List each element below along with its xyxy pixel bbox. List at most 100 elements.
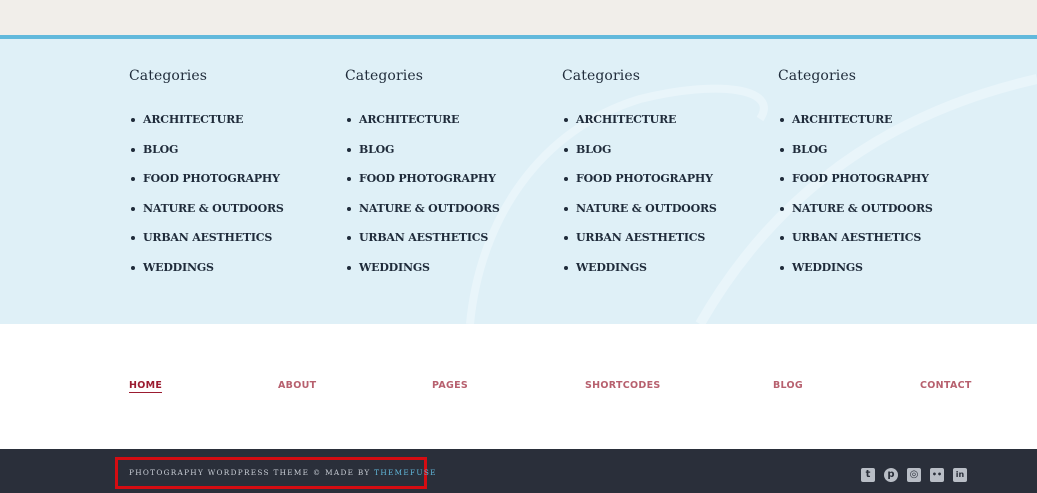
footer-navigation: HOME ABOUT PAGES SHORTCODES BLOG CONTACT xyxy=(0,324,1037,449)
bullet-icon xyxy=(347,265,351,270)
bullet-icon xyxy=(780,177,784,182)
category-link[interactable]: BLOG xyxy=(576,142,611,158)
bullet-icon xyxy=(564,206,568,211)
nav-item-shortcodes[interactable]: SHORTCODES xyxy=(585,380,661,391)
flickr-icon[interactable]: •• xyxy=(930,468,944,482)
widget-title: Categories xyxy=(562,68,640,84)
nav-item-pages[interactable]: PAGES xyxy=(432,380,468,391)
bullet-icon xyxy=(131,147,135,152)
list-item: WEDDINGS xyxy=(129,260,329,290)
list-item: FOOD PHOTOGRAPHY xyxy=(562,171,762,201)
category-link[interactable]: WEDDINGS xyxy=(792,260,863,276)
category-link[interactable]: WEDDINGS xyxy=(359,260,430,276)
bullet-icon xyxy=(564,118,568,122)
site-footer-bar: PHOTOGRAPHY WORDPRESS THEME © MADE BY TH… xyxy=(0,449,1037,493)
category-link[interactable]: ARCHITECTURE xyxy=(576,112,676,128)
bullet-icon xyxy=(780,236,784,241)
list-item: BLOG xyxy=(562,142,762,172)
category-link[interactable]: URBAN AESTHETICS xyxy=(143,230,272,246)
list-item: ARCHITECTURE xyxy=(778,112,978,142)
list-item: ARCHITECTURE xyxy=(129,112,329,142)
category-link[interactable]: BLOG xyxy=(359,142,394,158)
category-link[interactable]: WEDDINGS xyxy=(576,260,647,276)
category-link[interactable]: NATURE & OUTDOORS xyxy=(792,201,933,217)
instagram-icon[interactable]: ◎ xyxy=(907,468,921,482)
nav-item-blog[interactable]: BLOG xyxy=(773,380,803,391)
themefuse-link[interactable]: THEMEFUSE xyxy=(374,468,437,477)
bullet-icon xyxy=(131,206,135,211)
category-list: ARCHITECTURE BLOG FOOD PHOTOGRAPHY NATUR… xyxy=(345,112,545,290)
bullet-icon xyxy=(131,265,135,270)
category-list: ARCHITECTURE BLOG FOOD PHOTOGRAPHY NATUR… xyxy=(562,112,762,290)
category-link[interactable]: FOOD PHOTOGRAPHY xyxy=(143,171,280,187)
linkedin-icon[interactable]: in xyxy=(953,468,967,482)
list-item: WEDDINGS xyxy=(345,260,545,290)
category-link[interactable]: URBAN AESTHETICS xyxy=(792,230,921,246)
category-link[interactable]: NATURE & OUTDOORS xyxy=(359,201,500,217)
category-link[interactable]: NATURE & OUTDOORS xyxy=(143,201,284,217)
list-item: BLOG xyxy=(778,142,978,172)
category-link[interactable]: FOOD PHOTOGRAPHY xyxy=(792,171,929,187)
list-item: FOOD PHOTOGRAPHY xyxy=(345,171,545,201)
category-link[interactable]: FOOD PHOTOGRAPHY xyxy=(359,171,496,187)
categories-widget-1: Categories ARCHITECTURE BLOG FOOD PHOTOG… xyxy=(129,66,329,290)
bullet-icon xyxy=(780,147,784,152)
category-link[interactable]: BLOG xyxy=(143,142,178,158)
bullet-icon xyxy=(131,177,135,182)
bullet-icon xyxy=(347,236,351,241)
list-item: NATURE & OUTDOORS xyxy=(345,201,545,231)
bullet-icon xyxy=(564,265,568,270)
list-item: ARCHITECTURE xyxy=(345,112,545,142)
top-content-band xyxy=(0,0,1037,35)
list-item: NATURE & OUTDOORS xyxy=(129,201,329,231)
credit-label: PHOTOGRAPHY WORDPRESS THEME © MADE BY xyxy=(129,468,375,477)
bullet-icon xyxy=(564,177,568,182)
list-item: NATURE & OUTDOORS xyxy=(562,201,762,231)
category-link[interactable]: FOOD PHOTOGRAPHY xyxy=(576,171,713,187)
list-item: URBAN AESTHETICS xyxy=(129,230,329,260)
bullet-icon xyxy=(131,118,135,122)
category-link[interactable]: BLOG xyxy=(792,142,827,158)
bullet-icon xyxy=(131,236,135,241)
bullet-icon xyxy=(347,206,351,211)
bullet-icon xyxy=(347,147,351,152)
pinterest-icon[interactable]: p xyxy=(884,468,898,482)
list-item: URBAN AESTHETICS xyxy=(778,230,978,260)
widget-title: Categories xyxy=(778,68,856,84)
bullet-icon xyxy=(347,177,351,182)
list-item: URBAN AESTHETICS xyxy=(345,230,545,260)
category-link[interactable]: NATURE & OUTDOORS xyxy=(576,201,717,217)
category-link[interactable]: ARCHITECTURE xyxy=(792,112,892,128)
list-item: ARCHITECTURE xyxy=(562,112,762,142)
category-link[interactable]: URBAN AESTHETICS xyxy=(359,230,488,246)
category-link[interactable]: ARCHITECTURE xyxy=(143,112,243,128)
list-item: URBAN AESTHETICS xyxy=(562,230,762,260)
list-item: WEDDINGS xyxy=(562,260,762,290)
category-list: ARCHITECTURE BLOG FOOD PHOTOGRAPHY NATUR… xyxy=(778,112,978,290)
list-item: FOOD PHOTOGRAPHY xyxy=(129,171,329,201)
tumblr-icon[interactable]: t xyxy=(861,468,875,482)
category-list: ARCHITECTURE BLOG FOOD PHOTOGRAPHY NATUR… xyxy=(129,112,329,290)
categories-widget-2: Categories ARCHITECTURE BLOG FOOD PHOTOG… xyxy=(345,66,545,290)
bullet-icon xyxy=(780,118,784,122)
bullet-icon xyxy=(564,147,568,152)
categories-widget-3: Categories ARCHITECTURE BLOG FOOD PHOTOG… xyxy=(562,66,762,290)
list-item: BLOG xyxy=(345,142,545,172)
category-link[interactable]: WEDDINGS xyxy=(143,260,214,276)
nav-item-home[interactable]: HOME xyxy=(129,380,163,393)
categories-widget-4: Categories ARCHITECTURE BLOG FOOD PHOTOG… xyxy=(778,66,978,290)
bullet-icon xyxy=(347,118,351,122)
category-link[interactable]: URBAN AESTHETICS xyxy=(576,230,705,246)
list-item: BLOG xyxy=(129,142,329,172)
list-item: NATURE & OUTDOORS xyxy=(778,201,978,231)
list-item: WEDDINGS xyxy=(778,260,978,290)
nav-item-contact[interactable]: CONTACT xyxy=(920,380,972,391)
list-item: FOOD PHOTOGRAPHY xyxy=(778,171,978,201)
category-link[interactable]: ARCHITECTURE xyxy=(359,112,459,128)
nav-item-about[interactable]: ABOUT xyxy=(278,380,316,391)
widget-title: Categories xyxy=(129,68,207,84)
bullet-icon xyxy=(780,206,784,211)
credit-text: PHOTOGRAPHY WORDPRESS THEME © MADE BY TH… xyxy=(129,468,437,477)
bullet-icon xyxy=(564,236,568,241)
bullet-icon xyxy=(780,265,784,270)
